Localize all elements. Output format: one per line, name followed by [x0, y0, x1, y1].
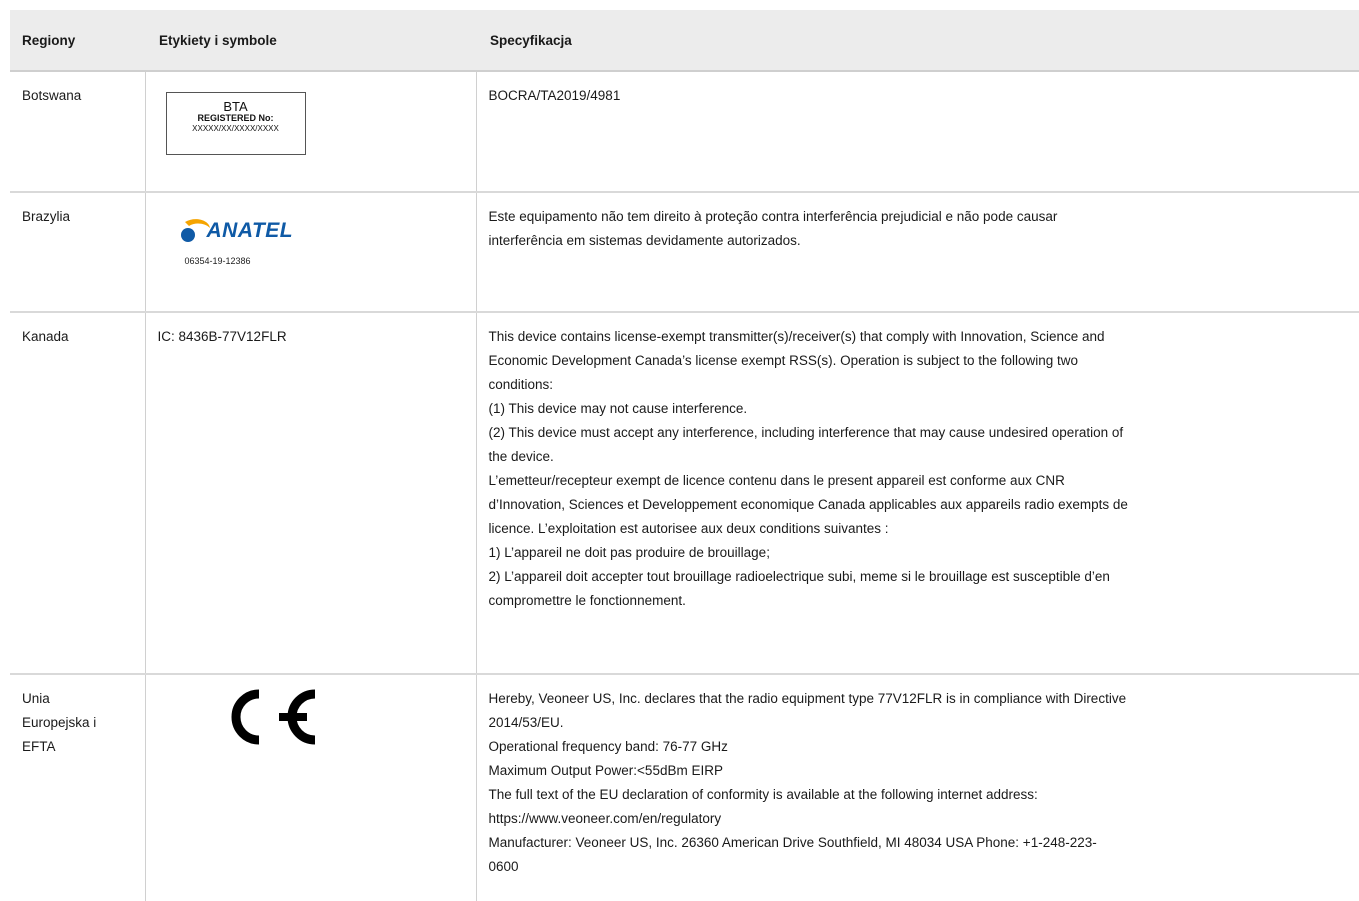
spec-line: conditions: [488, 377, 554, 392]
spec-line: d’Innovation, Sciences et Developpement … [488, 497, 1128, 512]
spec-cell: Hereby, Veoneer US, Inc. declares that t… [475, 674, 1359, 901]
column-header-regions: Regiony [10, 10, 145, 72]
label-cell: BTA REGISTERED No: XXXXX/XX/XXXX/XXXX [144, 71, 476, 193]
ce-mark [215, 689, 464, 753]
region-line: EFTA [22, 739, 56, 754]
column-header-labels: Etykiety i symbole [145, 10, 476, 72]
region-line: Unia [22, 691, 50, 706]
bta-number-placeholder: XXXXX/XX/XXXX/XXXX [192, 124, 279, 133]
label-cell: ANATEL 06354-19-12386 [144, 192, 476, 313]
spec-line: 0600 [488, 859, 519, 874]
spec-line: Economic Development Canada’s license ex… [488, 353, 1079, 368]
bta-registered-text: REGISTERED No: [197, 113, 274, 123]
table-row-eu-efta: Unia Europejska i EFTA Hereby, Veoneer U… [10, 674, 1359, 901]
spec-cell: This device contains license-exempt tran… [475, 312, 1359, 675]
spec-line: This device contains license-exempt tran… [488, 329, 1105, 344]
spec-line: compromettre le fonctionnement. [488, 593, 686, 608]
region-cell: Kanada [10, 312, 145, 675]
column-header-specification: Specyfikacja [476, 10, 1359, 72]
label-cell [144, 674, 476, 901]
spec-line: https://www.veoneer.com/en/regulatory [488, 811, 722, 826]
spec-line: Este equipamento não tem direito à prote… [488, 209, 1058, 224]
region-cell: Brazylia [10, 192, 145, 313]
table-row-canada: Kanada IC: 8436B-77V12FLR This device co… [10, 312, 1359, 675]
spec-line: L’emetteur/recepteur exempt de licence c… [488, 473, 1065, 488]
spec-cell: BOCRA/TA2019/4981 [475, 71, 1359, 193]
spec-line: (2) This device must accept any interfer… [488, 425, 1124, 440]
document-page: Regiony Etykiety i symbole Specyfikacja … [0, 0, 1359, 901]
spec-line: Hereby, Veoneer US, Inc. declares that t… [488, 691, 1127, 706]
region-line: Europejska i [22, 715, 97, 730]
spec-line: the device. [488, 449, 554, 464]
bta-registration-label: BTA REGISTERED No: XXXXX/XX/XXXX/XXXX [165, 92, 306, 155]
ce-mark-icon [231, 689, 315, 745]
spec-line: licence. L’exploitation est autorisee au… [488, 521, 889, 536]
anatel-label: ANATEL 06354-19-12386 [177, 215, 297, 273]
region-cell: Botswana [10, 71, 145, 193]
table-header: Regiony Etykiety i symbole Specyfikacja [10, 10, 1359, 72]
table-row-brazil: Brazylia ANATEL 06354-19-12386 Este equi… [10, 192, 1359, 313]
anatel-wordmark: ANATEL [206, 219, 294, 242]
spec-line: The full text of the EU declaration of c… [488, 787, 1038, 802]
spec-line: Manufacturer: Veoneer US, Inc. 26360 Ame… [488, 835, 1097, 850]
spec-line: (1) This device may not cause interferen… [488, 401, 748, 416]
spec-cell: Este equipamento não tem direito à prote… [475, 192, 1359, 313]
spec-line: 1) L’appareil ne doit pas produire de br… [488, 545, 770, 560]
bta-title: BTA [223, 99, 248, 114]
spec-line: interferência em sistemas devidamente au… [488, 233, 801, 248]
spec-line: 2) L’appareil doit accepter tout brouill… [488, 569, 1110, 584]
regulatory-table: Regiony Etykiety i symbole Specyfikacja … [10, 10, 1359, 901]
header-row: Regiony Etykiety i symbole Specyfikacja [10, 10, 1359, 72]
anatel-code: 06354-19-12386 [184, 256, 251, 266]
table-row-botswana: Botswana BTA REGISTERED No: XXXXX/XX/XXX… [10, 71, 1359, 193]
anatel-logo-icon [180, 219, 210, 242]
label-cell: IC: 8436B-77V12FLR [144, 312, 476, 675]
spec-line: Maximum Output Power:<55dBm EIRP [488, 763, 723, 778]
spec-line: BOCRA/TA2019/4981 [488, 88, 621, 103]
spec-line: Operational frequency band: 76-77 GHz [488, 739, 728, 754]
spec-line: 2014/53/EU. [488, 715, 564, 730]
region-cell: Unia Europejska i EFTA [10, 674, 145, 901]
anatel-logo: ANATEL [177, 215, 297, 247]
